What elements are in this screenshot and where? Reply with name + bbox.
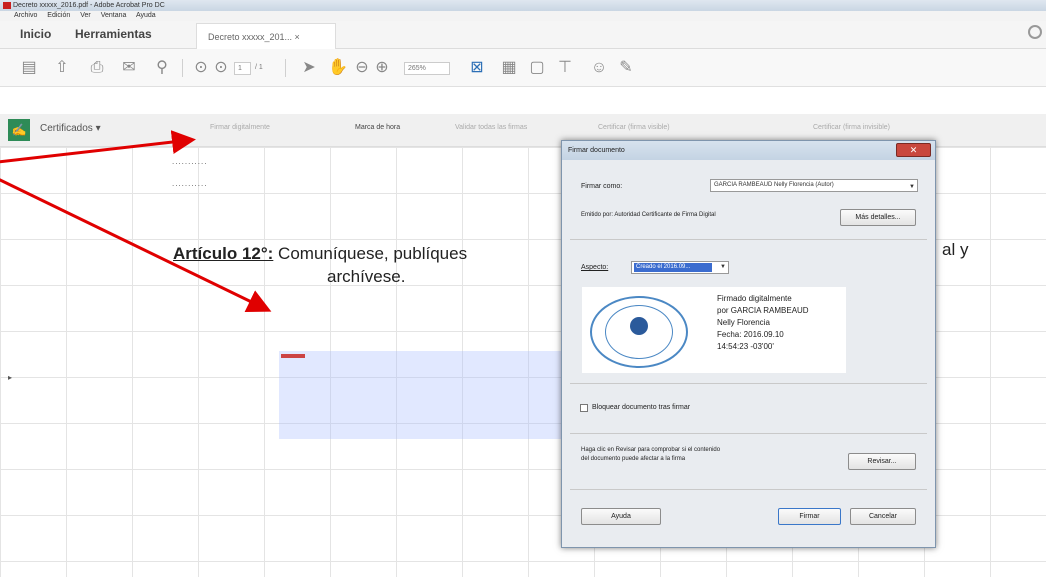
print-icon[interactable]: ⎙ [88, 59, 106, 77]
sign-digitally-button[interactable]: Firmar digitalmente [210, 124, 270, 131]
certificates-menu[interactable]: Certificados ▾ [40, 123, 101, 134]
page-number-input[interactable]: 1 [234, 62, 251, 75]
prev-page-icon[interactable]: ⊙ [192, 59, 210, 77]
article-line: Artículo 12°: Comuníquese, publíques [173, 240, 467, 267]
menu-archivo[interactable]: Archivo [14, 12, 37, 19]
aspect-value: Creado el 2016.09... [634, 263, 712, 272]
email-icon[interactable]: ✉ [120, 59, 138, 77]
aspect-select[interactable]: Creado el 2016.09... ▼ [631, 261, 729, 274]
main-toolbar: ▤ ⇧ ⎙ ✉ ⚲ ⊙ ⊙ 1 / 1 ➤ ✋ ⊖ ⊕ 265% ⊠ ▦ ▢ ⊤… [0, 49, 1046, 87]
window-title: Decreto xxxxx_2016.pdf - Adobe Acrobat P… [13, 2, 165, 9]
more-details-button[interactable]: Más detalles... [840, 209, 916, 226]
timestamp-button[interactable]: Marca de hora [355, 124, 400, 131]
seal-emblem [630, 317, 648, 335]
sign-document-dialog: Firmar documento ✕ Firmar como: GARCIA R… [561, 140, 936, 548]
sig-line: Firmado digitalmente [717, 294, 792, 303]
magnify-icon[interactable]: ⚲ [153, 59, 171, 77]
hand-icon[interactable]: ✋ [328, 59, 348, 77]
validate-signatures-button[interactable]: Validar todas las firmas [455, 124, 527, 131]
aspect-label: Aspecto: [581, 264, 609, 271]
upload-icon[interactable]: ⇧ [53, 59, 71, 77]
next-page-icon[interactable]: ⊙ [212, 59, 230, 77]
certify-invisible-button[interactable]: Certificar (firma invisible) [813, 124, 890, 131]
dialog-title: Firmar documento [562, 141, 935, 160]
select-arrow-icon[interactable]: ➤ [300, 59, 318, 77]
divider [570, 433, 927, 434]
article-text-continuation: archívese. [327, 267, 406, 286]
menu-ventana[interactable]: Ventana [101, 12, 127, 19]
sig-line: 14:54:23 -03'00' [717, 342, 774, 351]
issued-by-text: Emitido por: Autoridad Certificante de F… [581, 212, 716, 218]
certificate-icon: ✍ [8, 119, 30, 141]
article-text-tail: al y [942, 240, 969, 259]
search-icon[interactable] [1028, 25, 1042, 39]
page-total: / 1 [255, 64, 263, 71]
menu-ver[interactable]: Ver [80, 12, 91, 19]
window-title-bar: Decreto xxxxx_2016.pdf - Adobe Acrobat P… [0, 0, 1046, 11]
signature-field[interactable] [279, 351, 561, 439]
cancel-button[interactable]: Cancelar [850, 508, 916, 525]
acrobat-app-icon [3, 2, 11, 9]
page-left-marker: ▸ [8, 373, 13, 382]
chevron-down-icon: ▼ [720, 264, 726, 270]
sign-as-label: Firmar como: [581, 183, 623, 190]
signature-field-flag [281, 354, 305, 358]
lock-document-checkbox[interactable] [580, 404, 588, 412]
divider [570, 489, 927, 490]
dotted-line: ........... [172, 157, 208, 166]
fit-page-icon[interactable]: ⊠ [468, 59, 486, 77]
review-text: del documento puede afectar a la firma [581, 456, 686, 462]
sign-button[interactable]: Firmar [778, 508, 841, 525]
pen-icon[interactable]: ✎ [617, 59, 635, 77]
zoom-out-icon[interactable]: ⊖ [353, 59, 371, 77]
sig-line: Fecha: 2016.09.10 [717, 330, 784, 339]
menu-ayuda[interactable]: Ayuda [136, 12, 156, 19]
menu-bar: Archivo Edición Ver Ventana Ayuda [0, 11, 1046, 21]
toolbar-divider [182, 59, 183, 77]
article-text: Comuníquese, publíques [273, 244, 468, 263]
nav-bar: Inicio Herramientas Decreto xxxxx_201...… [0, 21, 1046, 49]
tab-inicio[interactable]: Inicio [20, 27, 51, 41]
sig-line: por GARCIA RAMBEAUD [717, 306, 809, 315]
toolbar-divider [285, 59, 286, 77]
review-button[interactable]: Revisar... [848, 453, 916, 470]
comment-icon[interactable]: ☺ [590, 59, 608, 77]
zoom-in-icon[interactable]: ⊕ [373, 59, 391, 77]
sig-line: Nelly Florencia [717, 318, 770, 327]
menu-edicion[interactable]: Edición [47, 12, 70, 19]
article-heading: Artículo 12°: [173, 244, 274, 263]
divider [570, 239, 927, 240]
chevron-down-icon: ▼ [909, 184, 915, 190]
divider [570, 383, 927, 384]
dotted-line: ........... [172, 179, 208, 188]
lock-document-label: Bloquear documento tras firmar [592, 404, 691, 411]
read-mode-icon[interactable]: ⊤ [556, 59, 574, 77]
zoom-select[interactable]: 265% [404, 62, 450, 75]
signature-preview-text: Firmado digitalmente por GARCIA RAMBEAUD… [717, 293, 809, 353]
signer-value: GARCIA RAMBEAUD Nelly Florencia (Autor) [714, 182, 834, 188]
review-text: Haga clic en Revisar para comprobar si e… [581, 447, 721, 453]
tab-document[interactable]: Decreto xxxxx_201... × [196, 23, 336, 49]
full-screen-icon[interactable]: ▢ [528, 59, 546, 77]
certify-visible-button[interactable]: Certificar (firma visible) [598, 124, 670, 131]
close-icon[interactable]: ✕ [896, 143, 931, 157]
scroll-mode-icon[interactable]: ▦ [500, 59, 518, 77]
signer-select[interactable]: GARCIA RAMBEAUD Nelly Florencia (Autor) … [710, 179, 918, 192]
help-button[interactable]: Ayuda [581, 508, 661, 525]
tab-herramientas[interactable]: Herramientas [75, 27, 152, 41]
create-icon[interactable]: ▤ [20, 59, 38, 77]
